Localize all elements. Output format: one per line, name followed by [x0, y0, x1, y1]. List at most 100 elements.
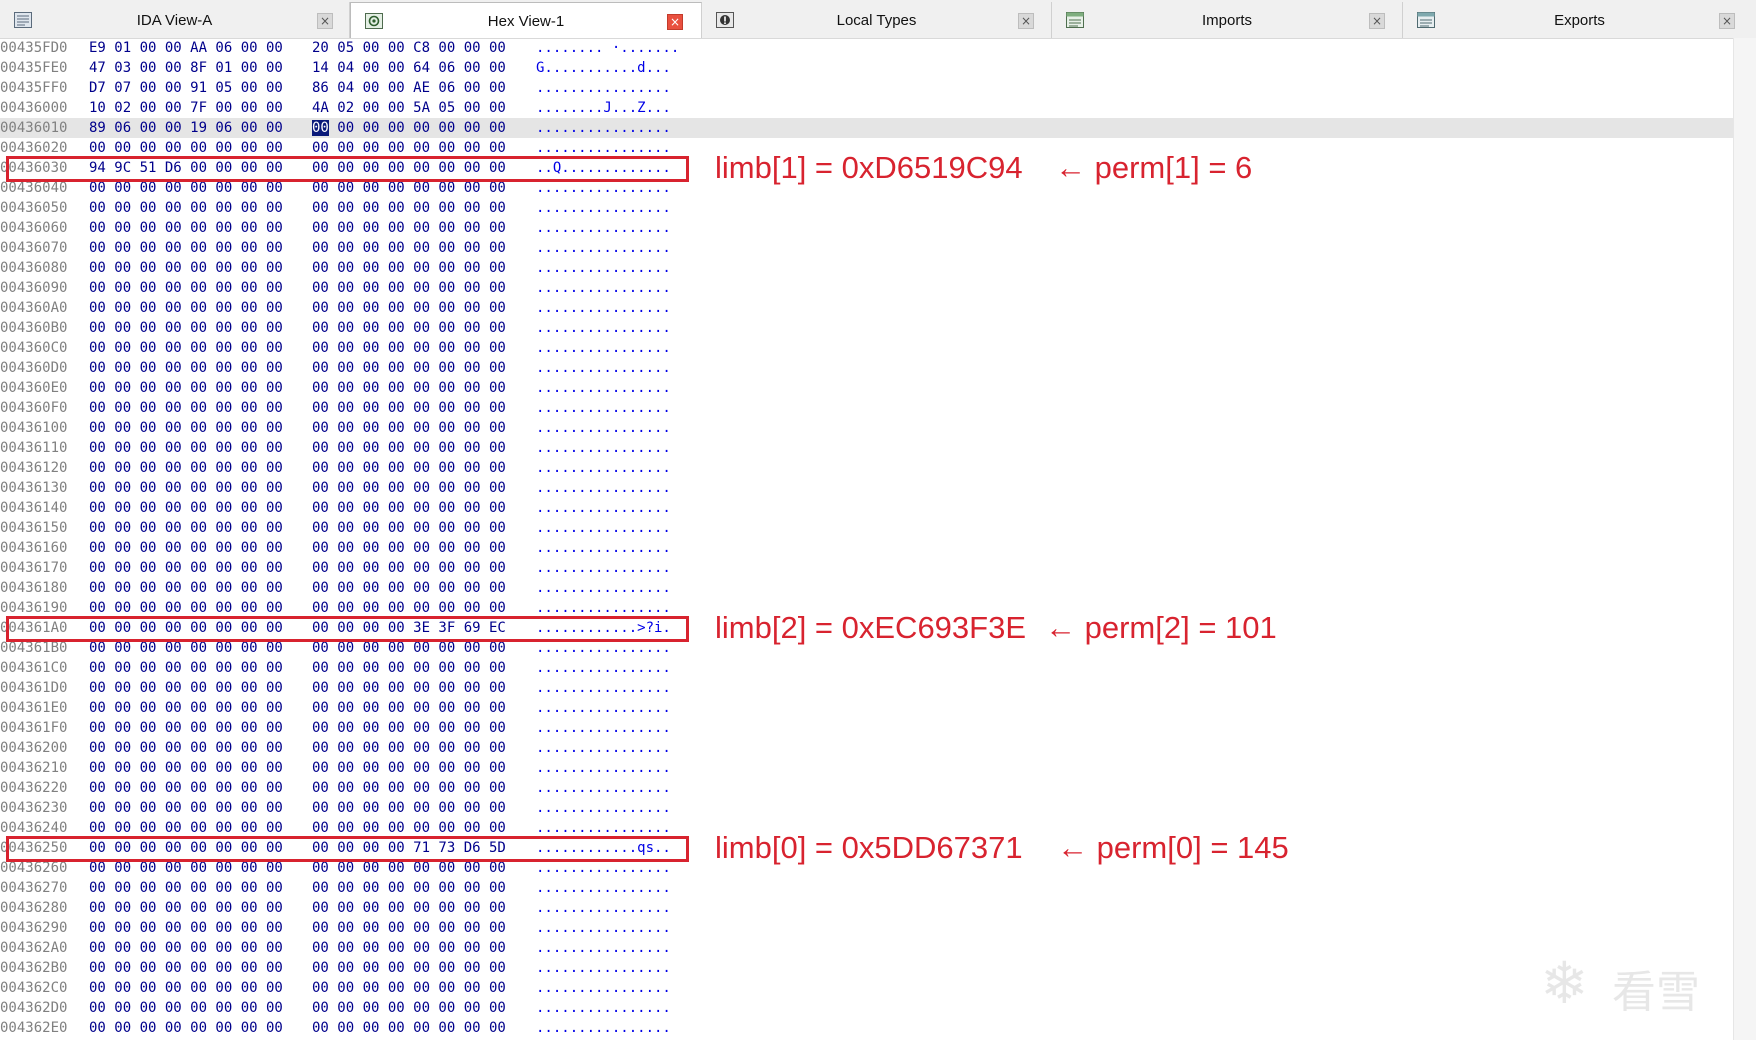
- row-bytes-low[interactable]: 00 00 00 00 00 00 00 00: [89, 298, 283, 318]
- row-bytes-high[interactable]: 00 00 00 00 00 00 00 00: [312, 218, 506, 238]
- row-ascii[interactable]: ........J...Z...: [536, 98, 671, 118]
- hex-row[interactable]: 00436160 00 00 00 00 00 00 00 00 00 00 00 …: [0, 538, 1734, 558]
- row-bytes-high[interactable]: 00 00 00 00 00 00 00 00: [312, 578, 506, 598]
- row-bytes-high[interactable]: 00 00 00 00 00 00 00 00: [312, 938, 506, 958]
- row-ascii[interactable]: ................: [536, 918, 671, 938]
- tab-ida-view-a[interactable]: IDA View-A ×: [0, 2, 350, 38]
- row-bytes-high[interactable]: 00 00 00 00 00 00 00 00: [312, 998, 506, 1018]
- row-ascii[interactable]: ................: [536, 138, 671, 158]
- row-bytes-low[interactable]: 00 00 00 00 00 00 00 00: [89, 338, 283, 358]
- row-ascii[interactable]: ................: [536, 318, 671, 338]
- row-bytes-low[interactable]: 47 03 00 00 8F 01 00 00: [89, 58, 283, 78]
- row-bytes-high[interactable]: 00 00 00 00 00 00 00 00: [312, 738, 506, 758]
- hex-row[interactable]: 00436200 00 00 00 00 00 00 00 00 00 00 00 …: [0, 738, 1734, 758]
- row-ascii[interactable]: ................: [536, 658, 671, 678]
- hex-row[interactable]: 00436080 00 00 00 00 00 00 00 00 00 00 00 …: [0, 258, 1734, 278]
- hex-row[interactable]: 00436210 00 00 00 00 00 00 00 00 00 00 00 …: [0, 758, 1734, 778]
- row-ascii[interactable]: ................: [536, 338, 671, 358]
- row-ascii[interactable]: ................: [536, 458, 671, 478]
- row-bytes-high[interactable]: 00 00 00 00 00 00 00 00: [312, 118, 506, 138]
- row-bytes-low[interactable]: 00 00 00 00 00 00 00 00: [89, 718, 283, 738]
- row-bytes-low[interactable]: 00 00 00 00 00 00 00 00: [89, 998, 283, 1018]
- row-bytes-low[interactable]: 00 00 00 00 00 00 00 00: [89, 818, 283, 838]
- row-bytes-low[interactable]: 00 00 00 00 00 00 00 00: [89, 918, 283, 938]
- row-bytes-low[interactable]: 00 00 00 00 00 00 00 00: [89, 558, 283, 578]
- row-bytes-low[interactable]: 00 00 00 00 00 00 00 00: [89, 238, 283, 258]
- row-bytes-high[interactable]: 00 00 00 00 00 00 00 00: [312, 538, 506, 558]
- row-ascii[interactable]: ................: [536, 938, 671, 958]
- close-icon[interactable]: ×: [1018, 13, 1034, 29]
- row-ascii[interactable]: ................: [536, 738, 671, 758]
- row-bytes-low[interactable]: 00 00 00 00 00 00 00 00: [89, 598, 283, 618]
- hex-row[interactable]: 00436280 00 00 00 00 00 00 00 00 00 00 00 …: [0, 898, 1734, 918]
- row-bytes-low[interactable]: E9 01 00 00 AA 06 00 00: [89, 38, 283, 58]
- row-bytes-high[interactable]: 00 00 00 00 00 00 00 00: [312, 378, 506, 398]
- row-bytes-high[interactable]: 00 00 00 00 00 00 00 00: [312, 958, 506, 978]
- tab-exports[interactable]: Exports ×: [1403, 2, 1756, 38]
- row-ascii[interactable]: ................: [536, 298, 671, 318]
- row-bytes-high[interactable]: 00 00 00 00 00 00 00 00: [312, 358, 506, 378]
- row-ascii[interactable]: ................: [536, 518, 671, 538]
- hex-row[interactable]: 00436110 00 00 00 00 00 00 00 00 00 00 00 …: [0, 438, 1734, 458]
- row-bytes-high[interactable]: 4A 02 00 00 5A 05 00 00: [312, 98, 506, 118]
- row-bytes-high[interactable]: 00 00 00 00 00 00 00 00: [312, 778, 506, 798]
- row-ascii[interactable]: ................: [536, 998, 671, 1018]
- hex-row[interactable]: 00436140 00 00 00 00 00 00 00 00 00 00 00 …: [0, 498, 1734, 518]
- row-bytes-low[interactable]: 00 00 00 00 00 00 00 00: [89, 518, 283, 538]
- hex-row[interactable]: 00435FE0 47 03 00 00 8F 01 00 00 14 04 00 …: [0, 58, 1734, 78]
- row-bytes-high[interactable]: 00 00 00 00 00 00 00 00: [312, 1018, 506, 1038]
- hex-row[interactable]: 004361D0 00 00 00 00 00 00 00 00 00 00 00 …: [0, 678, 1734, 698]
- hex-row[interactable]: 004361C0 00 00 00 00 00 00 00 00 00 00 00 …: [0, 658, 1734, 678]
- row-bytes-high[interactable]: 00 00 00 00 00 00 00 00: [312, 698, 506, 718]
- row-ascii[interactable]: ................: [536, 558, 671, 578]
- close-icon[interactable]: ×: [1369, 13, 1385, 29]
- row-bytes-high[interactable]: 00 00 00 00 00 00 00 00: [312, 878, 506, 898]
- row-bytes-low[interactable]: 00 00 00 00 00 00 00 00: [89, 958, 283, 978]
- row-bytes-high[interactable]: 00 00 00 00 00 00 00 00: [312, 238, 506, 258]
- hex-row[interactable]: 00436220 00 00 00 00 00 00 00 00 00 00 00 …: [0, 778, 1734, 798]
- row-ascii[interactable]: ................: [536, 398, 671, 418]
- hex-row[interactable]: 004360B0 00 00 00 00 00 00 00 00 00 00 00 …: [0, 318, 1734, 338]
- row-ascii[interactable]: ................: [536, 598, 671, 618]
- row-bytes-high[interactable]: 00 00 00 00 00 00 00 00: [312, 478, 506, 498]
- row-bytes-high[interactable]: 00 00 00 00 00 00 00 00: [312, 458, 506, 478]
- row-ascii[interactable]: ................: [536, 78, 671, 98]
- row-ascii[interactable]: ................: [536, 818, 671, 838]
- row-bytes-low[interactable]: 00 00 00 00 00 00 00 00: [89, 358, 283, 378]
- row-bytes-high[interactable]: 14 04 00 00 64 06 00 00: [312, 58, 506, 78]
- row-bytes-high[interactable]: 00 00 00 00 00 00 00 00: [312, 338, 506, 358]
- hex-row[interactable]: 00436230 00 00 00 00 00 00 00 00 00 00 00 …: [0, 798, 1734, 818]
- row-bytes-low[interactable]: 00 00 00 00 00 00 00 00: [89, 758, 283, 778]
- row-ascii[interactable]: ........ ·.......: [536, 38, 679, 58]
- hex-row[interactable]: 004362B0 00 00 00 00 00 00 00 00 00 00 00 …: [0, 958, 1734, 978]
- row-bytes-low[interactable]: 00 00 00 00 00 00 00 00: [89, 458, 283, 478]
- hex-row[interactable]: 00436170 00 00 00 00 00 00 00 00 00 00 00 …: [0, 558, 1734, 578]
- row-ascii[interactable]: ................: [536, 978, 671, 998]
- row-ascii[interactable]: ................: [536, 698, 671, 718]
- row-bytes-low[interactable]: 00 00 00 00 00 00 00 00: [89, 198, 283, 218]
- hex-row[interactable]: 00436060 00 00 00 00 00 00 00 00 00 00 00 …: [0, 218, 1734, 238]
- row-ascii[interactable]: ................: [536, 498, 671, 518]
- row-ascii[interactable]: G...........d...: [536, 58, 671, 78]
- hex-row[interactable]: 00436070 00 00 00 00 00 00 00 00 00 00 00 …: [0, 238, 1734, 258]
- row-bytes-high[interactable]: 00 00 00 00 00 00 00 00: [312, 598, 506, 618]
- row-bytes-high[interactable]: 00 00 00 00 00 00 00 00: [312, 798, 506, 818]
- row-ascii[interactable]: ................: [536, 198, 671, 218]
- row-ascii[interactable]: ................: [536, 578, 671, 598]
- tab-local-types[interactable]: Local Types ×: [702, 2, 1052, 38]
- row-bytes-low[interactable]: 00 00 00 00 00 00 00 00: [89, 258, 283, 278]
- row-bytes-low[interactable]: 00 00 00 00 00 00 00 00: [89, 678, 283, 698]
- row-ascii[interactable]: ................: [536, 798, 671, 818]
- row-ascii[interactable]: ................: [536, 258, 671, 278]
- row-ascii[interactable]: ................: [536, 378, 671, 398]
- hex-row[interactable]: 00435FF0 D7 07 00 00 91 05 00 00 86 04 00 …: [0, 78, 1734, 98]
- row-ascii[interactable]: ................: [536, 278, 671, 298]
- hex-row[interactable]: 00436270 00 00 00 00 00 00 00 00 00 00 00 …: [0, 878, 1734, 898]
- tab-hex-view-1[interactable]: Hex View-1 ×: [350, 2, 702, 38]
- row-bytes-high[interactable]: 00 00 00 00 00 00 00 00: [312, 138, 506, 158]
- row-bytes-low[interactable]: 00 00 00 00 00 00 00 00: [89, 278, 283, 298]
- row-bytes-low[interactable]: 00 00 00 00 00 00 00 00: [89, 658, 283, 678]
- hex-row[interactable]: 00436050 00 00 00 00 00 00 00 00 00 00 00 …: [0, 198, 1734, 218]
- row-bytes-high[interactable]: 00 00 00 00 00 00 00 00: [312, 918, 506, 938]
- tab-imports[interactable]: Imports ×: [1052, 2, 1403, 38]
